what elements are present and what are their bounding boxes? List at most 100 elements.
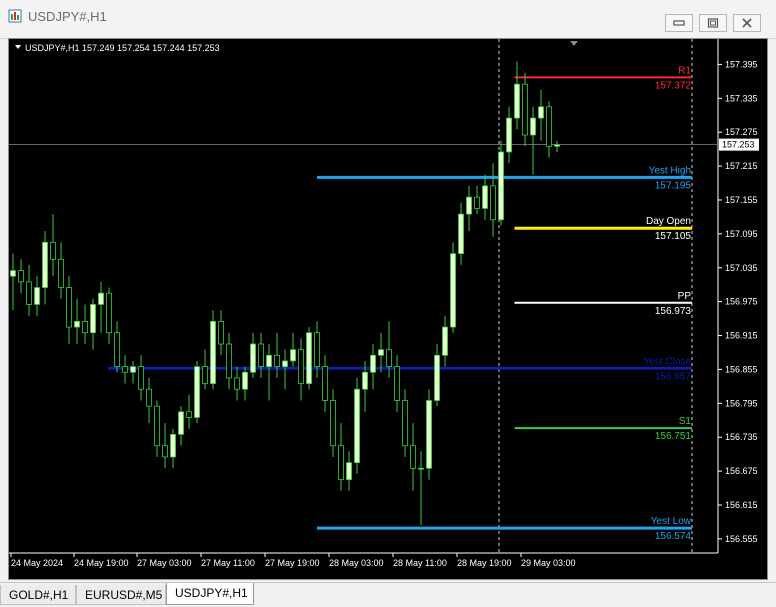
price-tick-label: 157.035: [725, 263, 758, 273]
candle-body: [194, 366, 200, 418]
candle: [378, 332, 384, 373]
candle: [274, 332, 280, 378]
chart-shift-marker[interactable]: [570, 41, 578, 46]
time-tick-label: 28 May 19:00: [457, 558, 512, 568]
level-value: 156.973: [655, 306, 692, 317]
candle: [466, 185, 472, 232]
candle-body: [282, 360, 288, 368]
candle-body: [306, 332, 312, 384]
candle-body: [226, 343, 232, 379]
candle: [410, 423, 416, 491]
price-tick-label: 157.215: [725, 161, 758, 171]
candle-body: [34, 287, 40, 305]
header-dropdown-icon[interactable]: [15, 45, 21, 49]
chart-area[interactable]: 157.395 157.335 157.275 157.215 157.155 157.0…: [8, 38, 768, 580]
candle: [426, 389, 432, 480]
candle: [154, 400, 160, 457]
candle-body: [130, 366, 136, 373]
candle: [442, 315, 448, 367]
candle-body: [250, 343, 256, 373]
tab-usdjpy-h1[interactable]: USDJPY#,H1: [166, 583, 254, 605]
candle-body: [98, 292, 104, 305]
candle-body: [426, 400, 432, 469]
candle: [554, 140, 560, 152]
candle-body: [242, 371, 248, 390]
level-value: 156.751: [655, 431, 692, 442]
candle-body: [490, 185, 496, 221]
candle-body: [18, 270, 24, 283]
candle-body: [202, 366, 208, 384]
candle-body: [418, 467, 424, 470]
candle-body: [402, 400, 408, 447]
candle: [258, 332, 264, 378]
chart-header: USDJPY#,H1 157.249 157.254 157.244 157.2…: [25, 43, 220, 53]
candle: [202, 349, 208, 390]
candle: [74, 298, 80, 345]
candle: [18, 259, 24, 294]
candle-body: [106, 292, 112, 334]
candle-body: [434, 354, 440, 401]
minimize-button[interactable]: [665, 14, 693, 32]
close-button[interactable]: [733, 14, 761, 32]
candle: [290, 332, 296, 367]
maximize-button[interactable]: [699, 14, 727, 32]
candle-body: [450, 253, 456, 328]
candle: [170, 428, 176, 469]
candle: [266, 344, 272, 401]
candle-body: [138, 366, 144, 390]
candle-body: [122, 366, 128, 373]
level-label: R1: [678, 65, 691, 76]
tab-eurusd-m5[interactable]: EURUSD#,M5: [76, 585, 166, 605]
candle: [490, 163, 496, 237]
candle-body: [82, 321, 88, 334]
candle: [498, 140, 504, 226]
candle: [106, 287, 112, 345]
title-bar[interactable]: USDJPY#,H1: [0, 0, 776, 39]
candle-body: [362, 371, 368, 390]
candle-body: [114, 332, 120, 368]
candle: [50, 214, 56, 277]
candle: [218, 310, 224, 356]
window-title: USDJPY#,H1: [28, 9, 107, 24]
price-tick-label: 156.735: [725, 432, 758, 442]
candle-body: [186, 411, 192, 418]
level-label: Day Open: [646, 216, 691, 227]
candle: [370, 344, 376, 390]
tab-gold-h1[interactable]: GOLD#,H1: [0, 585, 76, 605]
candle-body: [554, 144, 560, 147]
price-tick-label: 156.555: [725, 534, 758, 544]
candle-body: [290, 349, 296, 362]
candle-body: [266, 354, 272, 368]
candle: [242, 366, 248, 401]
candle: [234, 366, 240, 401]
candle: [474, 185, 480, 215]
candle: [210, 310, 216, 390]
level-label: Yest Close: [644, 356, 692, 367]
candle: [130, 360, 136, 384]
candle-body: [58, 258, 64, 288]
time-tick-label: 29 May 03:00: [521, 558, 576, 568]
candle: [354, 377, 360, 474]
level-value: 156.574: [655, 531, 692, 542]
time-tick-label: 24 May 19:00: [74, 558, 129, 568]
candle-body: [530, 117, 536, 136]
candle: [330, 389, 336, 457]
candle-body: [66, 287, 72, 328]
level-value: 156.857: [655, 371, 692, 382]
price-chart[interactable]: 157.395 157.335 157.275 157.215 157.155 157.0…: [9, 39, 767, 579]
candle-body: [314, 332, 320, 368]
candle: [546, 101, 552, 158]
price-tick-label: 157.275: [725, 127, 758, 137]
candle: [26, 264, 32, 316]
candle: [434, 344, 440, 407]
price-tick-label: 156.615: [725, 500, 758, 510]
candle: [482, 174, 488, 220]
candle: [226, 332, 232, 390]
candle: [186, 394, 192, 429]
candle: [458, 202, 464, 265]
candle-body: [474, 196, 480, 209]
time-tick-label: 27 May 03:00: [137, 558, 192, 568]
candle-body: [322, 366, 328, 401]
candle-body: [346, 462, 352, 480]
candle-body: [354, 388, 360, 464]
